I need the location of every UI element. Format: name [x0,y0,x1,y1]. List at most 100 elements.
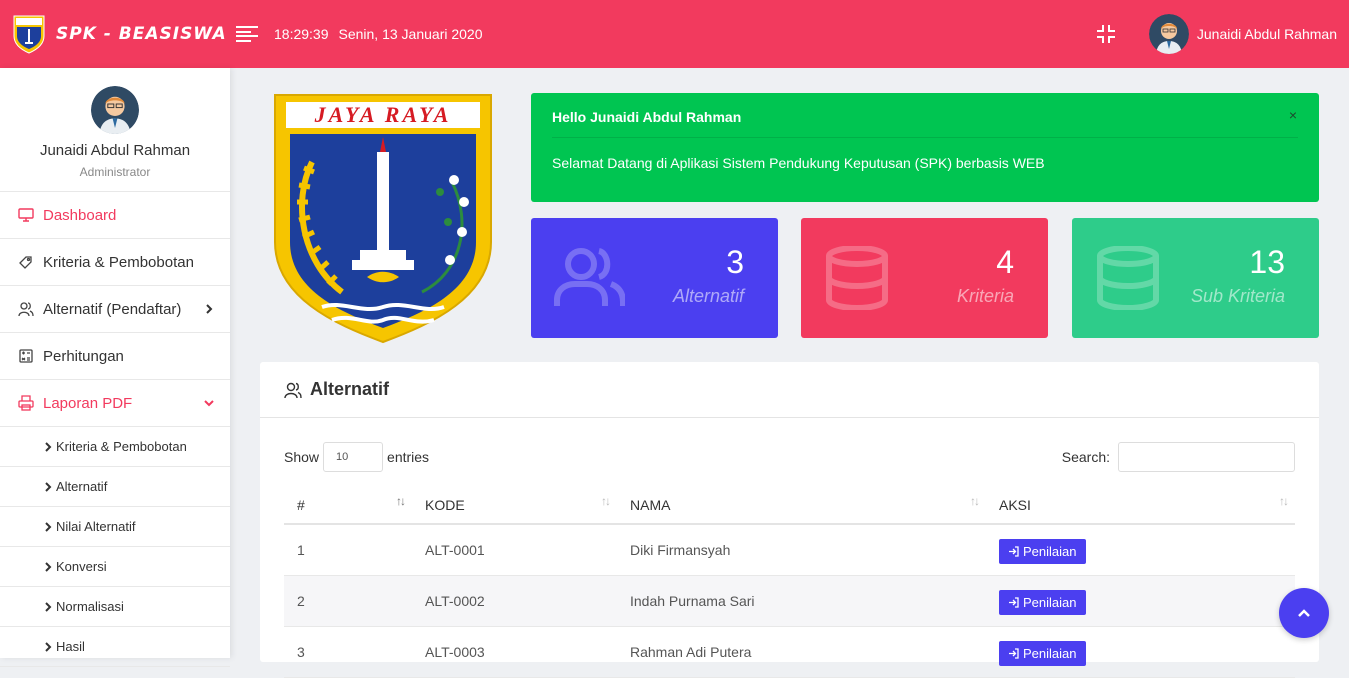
sidebar-item-label: Dashboard [43,206,117,224]
sidebar-item-label: Alternatif (Pendaftar) [43,300,182,318]
cell-aksi: Penilaian [986,575,1295,627]
sort-icon: ↑↓ [601,494,611,508]
cell-aksi: Penilaian [986,524,1295,576]
stat-card-sub-kriteria[interactable]: 13 Sub Kriteria [1072,218,1319,338]
back-to-top-button[interactable] [1279,588,1329,638]
stat-value: 3 [726,244,744,280]
sort-icon: ↑↓ [396,494,406,508]
cell-no: 1 [284,524,412,576]
sidebar-subitem-konversi[interactable]: Konversi [0,547,230,587]
users-icon [284,382,302,398]
sidebar-item-dashboard[interactable]: Dashboard [0,192,230,239]
sidebar-item-label: Kriteria & Pembobotan [43,253,194,271]
column-header-nama[interactable]: NAMA ↑↓ [617,486,986,525]
table-header-row: # ↑↓ KODE ↑↓ NAMA ↑↓ AKSI ↑↓ [284,486,1295,525]
column-label: KODE [425,496,465,513]
penilaian-button[interactable]: Penilaian [999,539,1086,565]
brand-name: SPK - BEASISWA [56,24,227,44]
search-label: Search: [1061,449,1110,465]
stat-card-alternatif[interactable]: 3 Alternatif [531,218,778,338]
alert-title: Hello Junaidi Abdul Rahman [552,109,742,125]
brand[interactable]: SPK - BEASISWA [0,14,230,54]
database-icon [826,246,888,310]
stat-label: Kriteria [956,286,1014,306]
alert-close-button[interactable]: × [1289,107,1297,123]
entries-select[interactable]: 10 [323,442,384,472]
cell-no: 2 [284,575,412,627]
sidebar-subitem-label: Hasil [56,639,85,654]
avatar[interactable] [1148,14,1189,54]
stat-value: 4 [996,244,1014,280]
alert-divider [552,137,1298,138]
users-icon [18,302,34,317]
column-header-kode[interactable]: KODE ↑↓ [412,486,617,525]
sign-in-icon [1009,648,1019,659]
show-label: Show [284,449,320,465]
stat-value: 13 [1249,244,1285,280]
sort-icon: ↑↓ [970,494,980,508]
sidebar-item-kriteria[interactable]: Kriteria & Pembobotan [0,239,230,286]
cell-nama: Rahman Adi Putera [617,626,986,678]
sidebar-subitem-normalisasi[interactable]: Normalisasi [0,587,230,627]
database-icon [1097,246,1159,310]
cell-kode: ALT-0003 [412,626,617,678]
alternatif-table: # ↑↓ KODE ↑↓ NAMA ↑↓ AKSI ↑↓ 1 ALT-0001 Diki… [284,486,1295,678]
alert-message: Selamat Datang di Aplikasi Sistem Penduk… [552,155,1045,171]
table-controls: Show 10 entries Search: [284,442,1295,472]
avatar [91,86,139,134]
users-icon [554,248,625,306]
chevron-right-icon [206,304,213,314]
sidebar-subitem-nilai-alternatif[interactable]: Nilai Alternatif [0,507,230,547]
table-row: 3 ALT-0003 Rahman Adi Putera Penilaian [284,626,1295,678]
monitor-icon [18,208,34,222]
header-username[interactable]: Junaidi Abdul Rahman [1197,26,1337,42]
sidebar-subitem-hasil[interactable]: Hasil [0,627,230,667]
cell-kode: ALT-0001 [412,524,617,576]
cell-nama: Diki Firmansyah [617,524,986,576]
chevron-right-icon [45,441,52,452]
chevron-right-icon [45,481,52,492]
sidebar-subitem-label: Nilai Alternatif [56,519,136,534]
sign-in-icon [1009,546,1019,557]
sidebar-item-perhitungan[interactable]: Perhitungan [0,333,230,380]
sidebar-item-laporan-pdf[interactable]: Laporan PDF [0,380,230,427]
alternatif-card: Alternatif Show 10 entries Search: # ↑↓ K… [260,362,1319,678]
sidebar-subitem-label: Konversi [56,559,107,574]
stat-label: Sub Kriteria [1190,286,1285,306]
menu-toggle-icon[interactable] [236,26,258,42]
chevron-right-icon [45,641,52,652]
table-search: Search: [1062,442,1295,472]
button-label: Penilaian [1023,544,1077,560]
sidebar-subitem-kriteria-pembobotan[interactable]: Kriteria & Pembobotan [0,427,230,467]
column-header-no[interactable]: # ↑↓ [284,486,412,525]
sidebar-item-alternatif[interactable]: Alternatif (Pendaftar) [0,286,230,333]
column-header-aksi[interactable]: AKSI ↑↓ [986,486,1295,525]
cell-aksi: Penilaian [986,626,1295,678]
chevron-down-icon [204,400,214,407]
stat-card-kriteria[interactable]: 4 Kriteria [801,218,1048,338]
tag-icon [19,256,32,269]
sign-in-icon [1009,597,1019,608]
search-input[interactable] [1118,442,1295,472]
fullscreen-exit-icon[interactable] [1095,23,1117,45]
table-row: 2 ALT-0002 Indah Purnama Sari Penilaian [284,575,1295,627]
penilaian-button[interactable]: Penilaian [999,590,1086,615]
column-label: AKSI [999,496,1031,513]
topbar-right: Junaidi Abdul Rahman [1095,14,1349,54]
sidebar-subitem-label: Alternatif [56,479,108,494]
sidebar: Junaidi Abdul Rahman Administrator Dashb… [0,68,230,667]
stat-label: Alternatif [672,286,744,306]
calculator-icon [19,349,33,363]
chevron-up-icon [1298,609,1310,617]
sidebar-profile: Junaidi Abdul Rahman Administrator [0,68,230,192]
column-label: # [297,496,305,513]
jaya-raya-emblem: JAYA RAYA [274,94,492,344]
profile-role: Administrator [79,165,151,179]
header-clock: 18:29:39 [274,26,329,42]
entries-label: entries [387,449,430,465]
penilaian-button[interactable]: Penilaian [999,641,1086,666]
sidebar-subitem-alternatif[interactable]: Alternatif [0,467,230,507]
sidebar-item-label: Perhitungan [43,347,124,365]
chevron-right-icon [45,521,52,532]
sidebar-subitem-label: Kriteria & Pembobotan [56,439,187,454]
